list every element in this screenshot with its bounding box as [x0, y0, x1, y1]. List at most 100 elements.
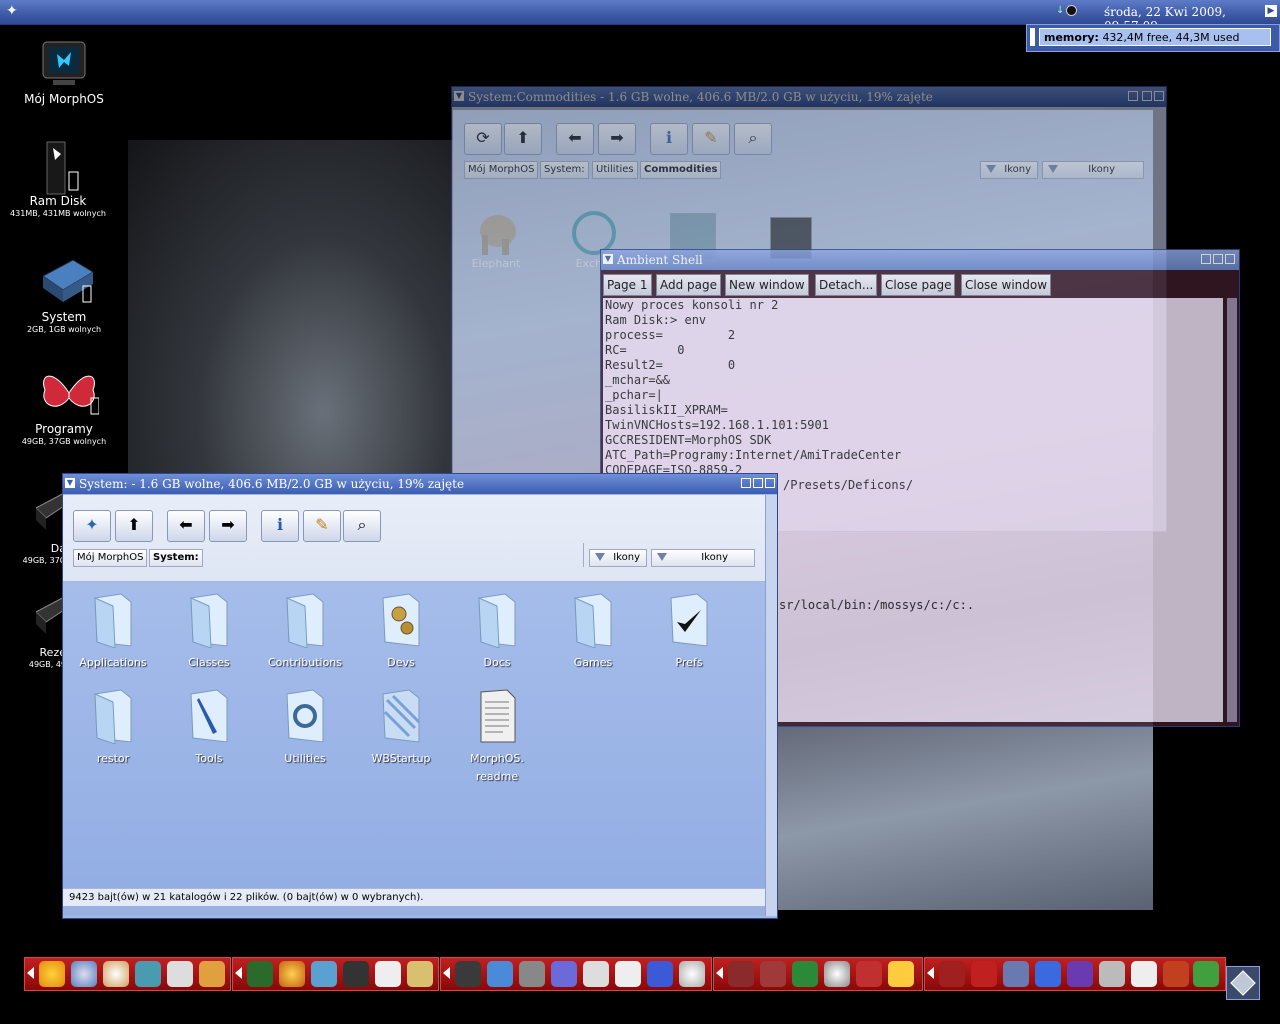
- search-button[interactable]: ⌕: [734, 123, 772, 155]
- plane-icon[interactable]: [971, 961, 997, 987]
- forward-button[interactable]: ➡: [598, 123, 636, 155]
- desktop-icon-rezerwa[interactable]: Reze 49GB, 49: [0, 592, 77, 669]
- headphones-icon[interactable]: [343, 961, 369, 987]
- desktop-icon-ram-disk[interactable]: Ram Disk 431MB, 431MB wolnych: [0, 140, 118, 218]
- r-icon[interactable]: [167, 961, 193, 987]
- shell-scrollbar[interactable]: [1227, 298, 1237, 722]
- add-page-button[interactable]: Add page: [656, 274, 722, 296]
- forward-button[interactable]: ➡: [209, 510, 247, 542]
- screen-menubar[interactable]: ✦ ↓ środa, 22 Kwi 2009, 09:57:09 ▶: [0, 0, 1280, 33]
- zoom-icon[interactable]: [1201, 254, 1211, 264]
- cow-icon[interactable]: [375, 961, 401, 987]
- sparkle-icon[interactable]: [279, 961, 305, 987]
- az-icon[interactable]: [647, 961, 673, 987]
- close-page-button[interactable]: Close page: [881, 274, 956, 296]
- dock-group-3[interactable]: [440, 957, 712, 991]
- tools-icon[interactable]: [519, 961, 545, 987]
- zoom-icon[interactable]: [1128, 91, 1138, 101]
- file-item[interactable]: Prefs: [641, 592, 737, 672]
- film-icon[interactable]: [615, 961, 641, 987]
- close-icon[interactable]: ▼: [454, 91, 464, 101]
- target-icon[interactable]: [939, 961, 965, 987]
- info-button[interactable]: ℹ: [650, 123, 688, 155]
- sort-mode-select[interactable]: Ikony: [1042, 161, 1144, 179]
- clapper-icon[interactable]: [455, 961, 481, 987]
- dock-arrow-icon[interactable]: [27, 967, 34, 979]
- root-button[interactable]: ✦: [73, 510, 111, 542]
- dock-arrow-icon[interactable]: [927, 967, 934, 979]
- dock-arrow-icon[interactable]: [235, 967, 242, 979]
- file-item[interactable]: Games: [545, 592, 641, 672]
- depth-icon[interactable]: [1154, 91, 1164, 101]
- horizontal-scrollbar[interactable]: [63, 906, 765, 916]
- monitor-icon[interactable]: [247, 961, 273, 987]
- map-icon[interactable]: [135, 961, 161, 987]
- note-icon[interactable]: [1131, 961, 1157, 987]
- desktop-icon-programy[interactable]: Programy 49GB, 37GB wolnych: [4, 368, 124, 446]
- drawing-icon[interactable]: [407, 961, 433, 987]
- rename-button[interactable]: ✎: [303, 510, 341, 542]
- fish-icon[interactable]: [311, 961, 337, 987]
- compass-icon[interactable]: [103, 961, 129, 987]
- path-utilities[interactable]: Utilities: [592, 161, 638, 179]
- back-button[interactable]: ⬅: [556, 123, 594, 155]
- path-commodities[interactable]: Commodities: [640, 161, 722, 179]
- sort-mode-select[interactable]: Ikony: [651, 549, 755, 567]
- robot-icon[interactable]: [1003, 961, 1029, 987]
- iconify-icon[interactable]: [753, 478, 763, 488]
- zoom-icon[interactable]: [741, 478, 751, 488]
- cat-icon[interactable]: [199, 961, 225, 987]
- screen-switch-button[interactable]: [1226, 966, 1260, 1000]
- desktop-icon-moj-morphos[interactable]: Mój MorphOS: [4, 38, 124, 106]
- file-item[interactable]: Docs: [449, 592, 545, 672]
- rocket-icon[interactable]: [583, 961, 609, 987]
- file-item[interactable]: Devs: [353, 592, 449, 672]
- shell-titlebar[interactable]: ▼ Ambient Shell: [601, 250, 1239, 270]
- dock-arrow-icon[interactable]: [443, 967, 450, 979]
- stopwatch-icon[interactable]: [824, 961, 850, 987]
- file-item[interactable]: Utilities: [257, 688, 353, 768]
- file-item[interactable]: Contributions: [257, 592, 353, 672]
- close-icon[interactable]: ▼: [603, 254, 613, 264]
- magnifier-icon[interactable]: [728, 961, 754, 987]
- gift-icon[interactable]: [888, 961, 914, 987]
- dock-group-5[interactable]: [924, 957, 1226, 991]
- sun-icon[interactable]: [39, 961, 65, 987]
- parent-root-button[interactable]: ⟳: [464, 123, 502, 155]
- path-system[interactable]: System:: [540, 161, 589, 179]
- cd-icon[interactable]: [679, 961, 705, 987]
- search-button[interactable]: ⌕: [343, 510, 381, 542]
- file-grid[interactable]: Applications Classes Contributions Devs …: [63, 582, 765, 888]
- file-item[interactable]: WBStartup: [353, 688, 449, 768]
- path-moj-morphos[interactable]: Mój MorphOS: [73, 549, 148, 567]
- depth-icon[interactable]: [765, 478, 775, 488]
- laptop-icon[interactable]: [1099, 961, 1125, 987]
- bug-icon[interactable]: [1067, 961, 1093, 987]
- menu-arrow-icon[interactable]: ▶: [1265, 5, 1277, 17]
- iconify-icon[interactable]: [1213, 254, 1223, 264]
- bird-icon[interactable]: [1163, 961, 1189, 987]
- close-icon[interactable]: ▼: [65, 478, 75, 488]
- depth-icon[interactable]: [1225, 254, 1235, 264]
- detach-button[interactable]: Detach...: [815, 274, 878, 296]
- mascot-icon[interactable]: [760, 961, 786, 987]
- path-moj-morphos[interactable]: Mój MorphOS: [464, 161, 539, 179]
- dock-group-4[interactable]: [713, 957, 923, 991]
- system-titlebar[interactable]: ▼ System: - 1.6 GB wolne, 406.6 MB/2.0 G…: [63, 474, 777, 494]
- file-item[interactable]: restor: [65, 688, 161, 768]
- view-mode-select[interactable]: Ikony: [980, 161, 1038, 179]
- file-item[interactable]: Applications: [65, 592, 161, 672]
- path-system[interactable]: System:: [149, 549, 203, 567]
- file-item[interactable]: Classes: [161, 592, 257, 672]
- starburst-icon[interactable]: [551, 961, 577, 987]
- commodities-titlebar[interactable]: ▼ System:Commodities - 1.6 GB wolne, 406…: [452, 87, 1166, 107]
- dock-group-1[interactable]: [24, 957, 231, 991]
- file-item-elephant[interactable]: Elephant: [466, 205, 526, 270]
- view-mode-select[interactable]: Ikony: [589, 549, 647, 567]
- m-icon[interactable]: [1035, 961, 1061, 987]
- new-window-button[interactable]: New window: [725, 274, 809, 296]
- close-window-button[interactable]: Close window: [961, 274, 1052, 296]
- iconify-icon[interactable]: [1142, 91, 1152, 101]
- dock-group-2[interactable]: [232, 957, 439, 991]
- parent-button[interactable]: ⬆: [504, 123, 542, 155]
